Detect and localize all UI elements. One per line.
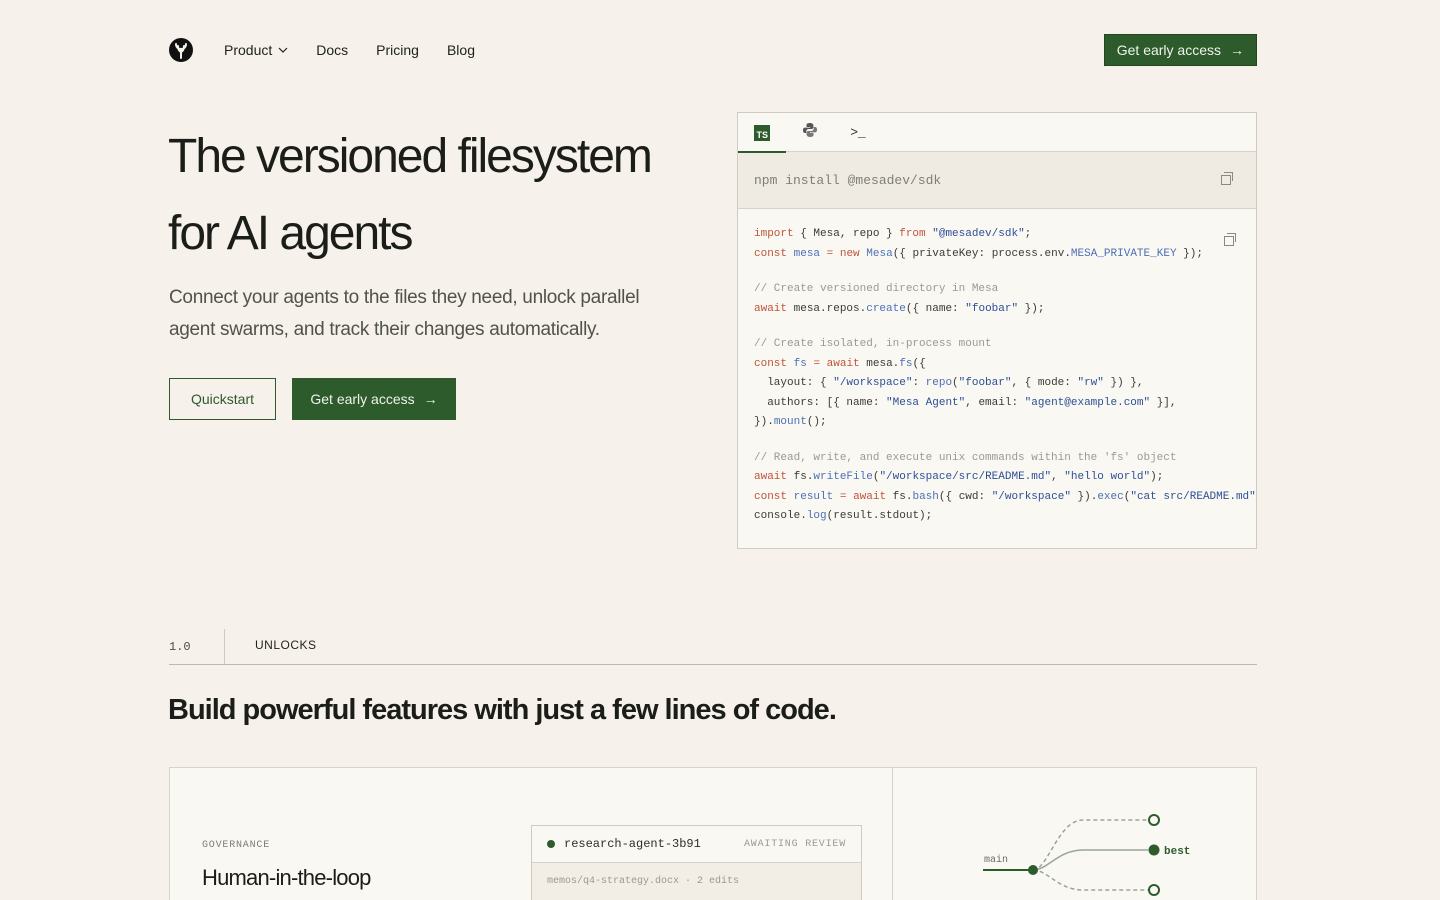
review-widget: research-agent-3b91 AWAITING REVIEW memo…	[531, 825, 862, 900]
hero-subtitle: Connect your agents to the files they ne…	[169, 287, 640, 340]
code-line: import { Mesa, repo } from "@mesadev/sdk…	[754, 228, 1032, 240]
nav-product[interactable]: Product	[224, 42, 288, 58]
code-line: const result = await fs.bash({ cwd: "/wo…	[754, 490, 1256, 503]
nav-blog-label: Blog	[446, 42, 475, 58]
tab-cli[interactable]: >_	[834, 113, 882, 152]
card-kicker: GOVERNANCE	[202, 840, 271, 851]
review-header: research-agent-3b91 AWAITING REVIEW	[532, 826, 861, 863]
status-dot-icon	[547, 840, 555, 848]
code-panel: TS >_ npm install @mesadev/sdk import { …	[737, 112, 1257, 549]
chevron-down-icon	[278, 45, 288, 56]
code-line: console.log(result.stdout);	[754, 510, 933, 522]
code-line: layout: { "/workspace": repo("foobar", {…	[754, 377, 1144, 389]
agent-name: research-agent-3b91	[564, 837, 701, 851]
nav-docs-label: Docs	[316, 42, 349, 58]
arrow-right-icon: →	[423, 391, 438, 407]
branch-diagram: main best	[983, 814, 1190, 896]
nav-pricing[interactable]: Pricing	[376, 42, 419, 58]
main-node	[1028, 865, 1038, 875]
section-header: 1.0 UNLOCKS	[169, 629, 1257, 665]
branch-node-bottom	[1148, 884, 1160, 896]
tab-typescript[interactable]: TS	[738, 113, 786, 153]
logo-icon[interactable]	[169, 38, 193, 62]
code-line: }).mount();	[754, 416, 827, 428]
nav-cta-label: Get early access	[1116, 42, 1221, 58]
nav-docs[interactable]: Docs	[316, 42, 348, 58]
section-title: Build powerful features with just a few …	[168, 694, 837, 726]
install-command: npm install @mesadev/sdk	[738, 152, 1256, 209]
nav-pricing-label: Pricing	[376, 42, 419, 58]
best-label: best	[1164, 846, 1190, 858]
code-block: import { Mesa, repo } from "@mesadev/sdk…	[738, 209, 1256, 543]
hero-cta-label: Get early access	[310, 391, 415, 407]
branch-node-top	[1148, 814, 1160, 826]
code-comment: // Create versioned directory in Mesa	[754, 283, 999, 295]
section-label: UNLOCKS	[255, 638, 317, 652]
feature-cards: GOVERNANCE Human-in-the-loop research-ag…	[169, 767, 1257, 900]
review-file-row[interactable]: memos/q4-strategy.docx · 2 edits	[532, 863, 861, 900]
install-command-text: npm install @mesadev/sdk	[754, 172, 942, 188]
main-label: main	[984, 854, 1008, 866]
code-line: const fs = await mesa.fs({	[754, 357, 926, 370]
tab-python[interactable]	[786, 113, 834, 152]
hero-title-line2: for AI agents	[168, 207, 414, 260]
section-number: 1.0	[169, 629, 225, 664]
code-line: await mesa.repos.create({ name: "foobar"…	[754, 302, 1045, 315]
typescript-icon: TS	[754, 124, 770, 141]
code-line: const mesa = new Mesa({ privateKey: proc…	[754, 247, 1203, 260]
nav-links: Product Docs Pricing Blog	[224, 42, 503, 58]
terminal-icon: >_	[850, 125, 866, 140]
hero-title-line1: The versioned filesystem	[168, 130, 653, 183]
code-comment: // Read, write, and execute unix command…	[754, 451, 1177, 464]
nav-get-early-access-button[interactable]: Get early access →	[1103, 34, 1257, 66]
language-tabs: TS >_	[738, 113, 1256, 153]
branch-node-best	[1148, 844, 1160, 856]
copy-icon[interactable]	[1224, 233, 1236, 246]
review-status: AWAITING REVIEW	[743, 838, 846, 850]
code-line: authors: [{ name: "Mesa Agent", email: "…	[754, 396, 1177, 409]
nav-blog[interactable]: Blog	[447, 42, 475, 58]
card-branches: main best	[893, 768, 1256, 900]
hero-get-early-access-button[interactable]: Get early access →	[292, 378, 456, 420]
code-comment: // Create isolated, in-process mount	[754, 338, 992, 350]
copy-icon[interactable]	[1221, 172, 1233, 185]
card-governance: GOVERNANCE Human-in-the-loop research-ag…	[170, 768, 893, 900]
branch-line-bottom	[1032, 869, 1148, 891]
quickstart-label: Quickstart	[190, 391, 254, 407]
quickstart-button[interactable]: Quickstart	[169, 378, 276, 420]
nav-product-label: Product	[224, 42, 273, 58]
code-line: await fs.writeFile("/workspace/src/READM…	[754, 471, 1164, 483]
hero-title: The versioned filesystem for AI agents	[168, 118, 728, 272]
arrow-right-icon: →	[1230, 42, 1244, 58]
top-nav: Product Docs Pricing Blog Get early acce…	[169, 34, 1257, 66]
python-icon	[802, 122, 818, 143]
card-title: Human-in-the-loop	[202, 865, 371, 890]
